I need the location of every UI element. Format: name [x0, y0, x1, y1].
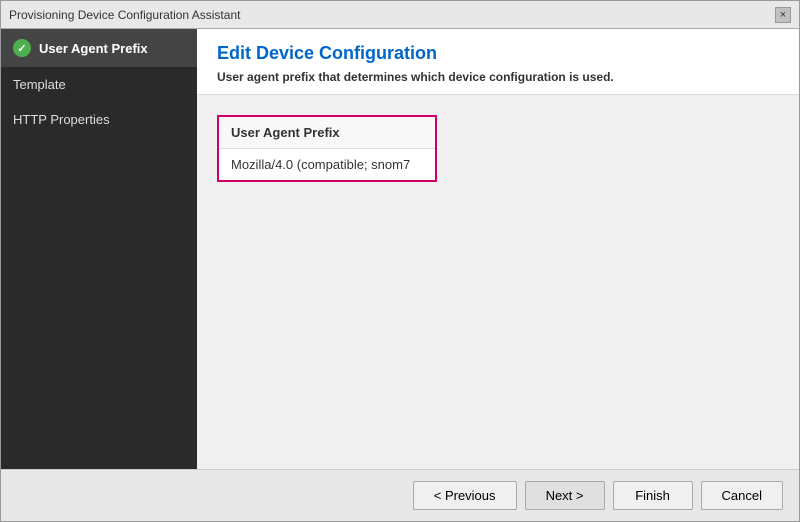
window-title: Provisioning Device Configuration Assist… — [9, 8, 240, 22]
sidebar-item-label: Template — [13, 77, 66, 92]
footer: < Previous Next > Finish Cancel — [1, 469, 799, 521]
page-title: Edit Device Configuration — [217, 43, 779, 64]
sidebar: ✓ User Agent Prefix Template HTTP Proper… — [1, 29, 197, 469]
main-panel: Edit Device Configuration User agent pre… — [197, 29, 799, 469]
check-icon: ✓ — [13, 39, 31, 57]
content-area: ✓ User Agent Prefix Template HTTP Proper… — [1, 29, 799, 469]
page-subtitle: User agent prefix that determines which … — [217, 70, 779, 84]
finish-button[interactable]: Finish — [613, 481, 693, 510]
close-button[interactable]: × — [775, 7, 791, 23]
previous-button[interactable]: < Previous — [413, 481, 517, 510]
sidebar-item-template[interactable]: Template — [1, 67, 197, 102]
form-card: User Agent Prefix Mozilla/4.0 (compatibl… — [217, 115, 437, 182]
sidebar-item-label: User Agent Prefix — [39, 41, 148, 56]
cancel-button[interactable]: Cancel — [701, 481, 783, 510]
sidebar-item-user-agent-prefix[interactable]: ✓ User Agent Prefix — [1, 29, 197, 67]
next-button[interactable]: Next > — [525, 481, 605, 510]
form-card-value: Mozilla/4.0 (compatible; snom7 — [219, 149, 435, 180]
main-window: Provisioning Device Configuration Assist… — [0, 0, 800, 522]
sidebar-item-label: HTTP Properties — [13, 112, 110, 127]
title-bar: Provisioning Device Configuration Assist… — [1, 1, 799, 29]
sidebar-item-http-properties[interactable]: HTTP Properties — [1, 102, 197, 137]
form-card-header: User Agent Prefix — [219, 117, 435, 149]
main-body: User Agent Prefix Mozilla/4.0 (compatibl… — [197, 95, 799, 469]
main-header: Edit Device Configuration User agent pre… — [197, 29, 799, 95]
